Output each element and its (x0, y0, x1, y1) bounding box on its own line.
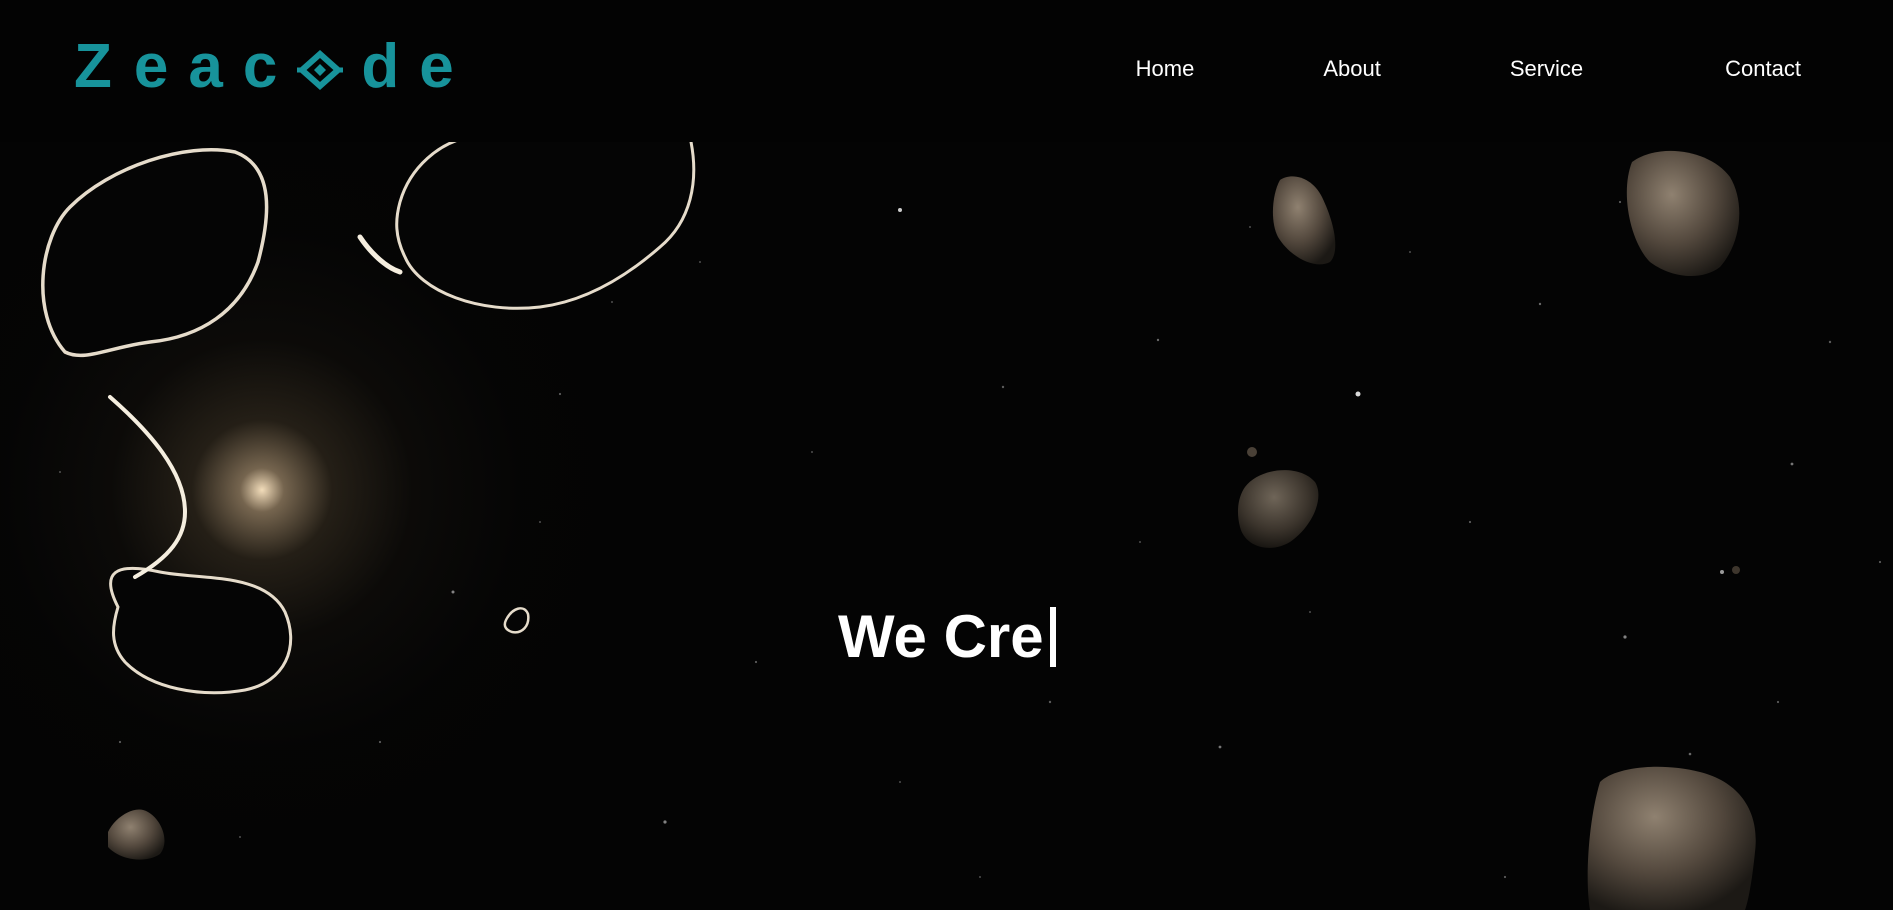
typing-cursor (1049, 607, 1056, 668)
main-nav: Home About Service Contact (1136, 56, 1801, 82)
hero-headline-text: We Cre (838, 603, 1044, 671)
logo-letter: d (361, 32, 400, 101)
hero-headline: We Cre (838, 602, 1056, 672)
logo-letter: a (188, 32, 223, 101)
brand-logo[interactable]: Z e a c d e (74, 32, 474, 101)
page: Z e a c d e Home About Service Contact W… (0, 0, 1893, 910)
nav-link-about[interactable]: About (1323, 56, 1381, 82)
diamond-link-icon (297, 50, 344, 90)
nav-link-service[interactable]: Service (1510, 56, 1583, 82)
nav-link-contact[interactable]: Contact (1725, 56, 1801, 82)
asteroid-field-background (41, 142, 1882, 910)
logo-letter: Z (74, 32, 112, 101)
logo-letter: c (242, 32, 278, 101)
small-rock (108, 809, 165, 860)
navbar: Z e a c d e Home About Service Contact (0, 0, 1893, 142)
hero-section: We Cre (0, 142, 1893, 910)
backlit-asteroids (41, 142, 696, 695)
logo-letter: e (133, 32, 169, 101)
nav-link-home[interactable]: Home (1136, 56, 1195, 82)
rocky-asteroids (1237, 150, 1756, 910)
logo-letter: e (419, 32, 454, 101)
